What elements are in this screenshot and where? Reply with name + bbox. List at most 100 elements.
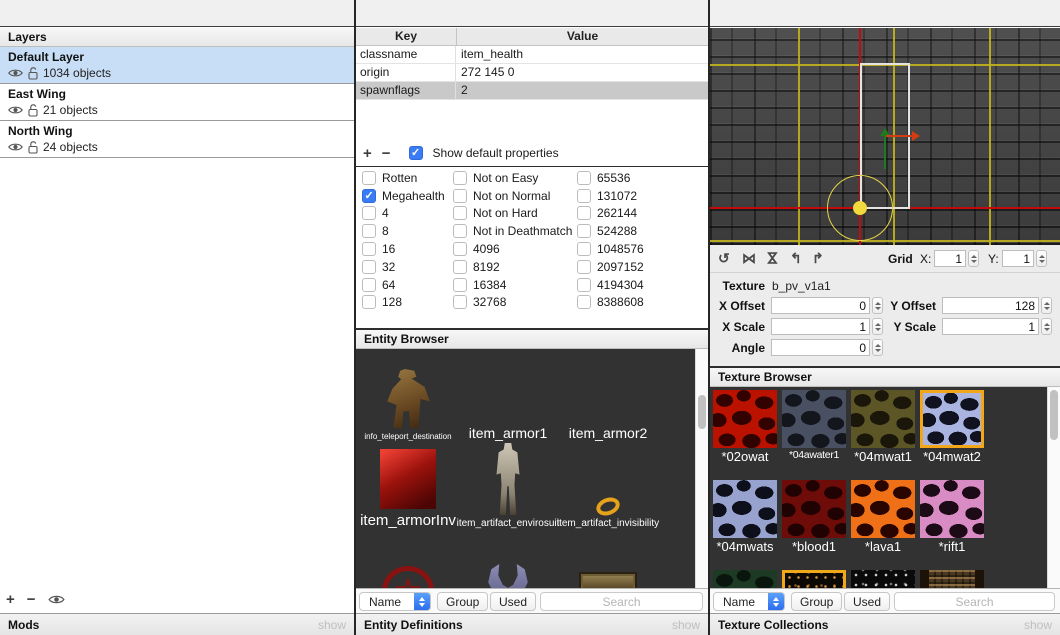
show-default-properties-checkbox[interactable] bbox=[409, 146, 423, 160]
texture-browser-item[interactable]: *04awater1 bbox=[782, 390, 846, 464]
texture-thumbnail[interactable] bbox=[851, 480, 915, 538]
rotation-center-handle[interactable] bbox=[853, 201, 867, 215]
spawnflag-checkbox[interactable] bbox=[577, 260, 591, 274]
spawnflag-checkbox[interactable] bbox=[362, 224, 376, 238]
spawnflag-item[interactable]: 2097152 bbox=[577, 258, 644, 276]
texture-thumbnail[interactable] bbox=[782, 570, 846, 588]
spawnflag-item[interactable]: 32768 bbox=[453, 294, 572, 312]
angle-input[interactable] bbox=[771, 339, 870, 356]
spawnflag-checkbox[interactable] bbox=[453, 189, 467, 203]
lock-icon[interactable] bbox=[28, 104, 38, 117]
uv-reset-button[interactable]: ↺ bbox=[718, 250, 730, 266]
toggle-visibility-eye-icon[interactable] bbox=[48, 594, 65, 605]
spawnflag-checkbox[interactable] bbox=[577, 295, 591, 309]
layer-row[interactable]: Default Layer 1034 objects bbox=[0, 47, 354, 84]
entity-browser-item[interactable]: item_artifact_invisibility bbox=[557, 498, 659, 529]
spawnflag-item[interactable]: 8388608 bbox=[577, 294, 644, 312]
scrollbar-thumb[interactable] bbox=[1050, 390, 1058, 440]
texture-group-button[interactable]: Group bbox=[791, 592, 842, 611]
entity-browser-item[interactable]: item_artifact_envirosuit bbox=[457, 443, 560, 529]
spawnflag-checkbox[interactable] bbox=[577, 189, 591, 203]
panel-divider[interactable] bbox=[708, 0, 710, 635]
grid-y-stepper[interactable] bbox=[1036, 250, 1047, 267]
spawnflag-checkbox[interactable] bbox=[577, 242, 591, 256]
spawnflag-checkbox[interactable] bbox=[362, 171, 376, 185]
spawnflag-checkbox[interactable] bbox=[453, 295, 467, 309]
entity-browser-item[interactable]: item_armor1 bbox=[469, 422, 548, 441]
spawnflag-item[interactable]: Not on Normal bbox=[453, 187, 572, 205]
spawnflag-checkbox[interactable] bbox=[362, 242, 376, 256]
spawnflag-checkbox[interactable] bbox=[362, 278, 376, 292]
mods-show-link[interactable]: show bbox=[318, 618, 346, 632]
grid-x-stepper[interactable] bbox=[968, 250, 979, 267]
entity-used-button[interactable]: Used bbox=[490, 592, 536, 611]
texture-browser-item[interactable]: *04mwat1 bbox=[851, 390, 915, 464]
texture-thumbnail[interactable] bbox=[713, 480, 777, 538]
spawnflag-checkbox[interactable] bbox=[577, 171, 591, 185]
spawnflag-checkbox[interactable] bbox=[362, 260, 376, 274]
texture-browser-scrollbar[interactable] bbox=[1047, 387, 1060, 588]
uv-editor-viewport[interactable] bbox=[710, 28, 1060, 245]
texture-browser-item[interactable]: *blood1 bbox=[782, 480, 846, 554]
texture-browser-item[interactable]: *04mwats bbox=[713, 480, 777, 554]
texture-browser-item[interactable]: *lava1 bbox=[851, 480, 915, 554]
remove-layer-button[interactable]: − bbox=[27, 592, 36, 607]
texture-used-button[interactable]: Used bbox=[844, 592, 890, 611]
spawnflag-checkbox[interactable] bbox=[362, 206, 376, 220]
texture-browser-item[interactable] bbox=[782, 570, 846, 588]
entity-definitions-show-link[interactable]: show bbox=[672, 618, 700, 632]
spawnflag-item[interactable]: 1048576 bbox=[577, 240, 644, 258]
lock-icon[interactable] bbox=[28, 141, 38, 154]
spawnflag-item[interactable]: 131072 bbox=[577, 187, 644, 205]
spawnflag-checkbox[interactable] bbox=[453, 206, 467, 220]
entity-browser-scrollbar[interactable] bbox=[695, 349, 708, 588]
spawnflag-checkbox[interactable] bbox=[453, 224, 467, 238]
spawnflag-item[interactable]: 128 bbox=[362, 294, 445, 312]
texture-collections-show-link[interactable]: show bbox=[1024, 618, 1052, 632]
entity-browser-item[interactable] bbox=[486, 564, 530, 588]
visibility-eye-icon[interactable] bbox=[8, 68, 23, 78]
spawnflag-checkbox[interactable] bbox=[453, 242, 467, 256]
layer-row[interactable]: North Wing 24 objects bbox=[0, 121, 354, 158]
grid-x-input[interactable] bbox=[934, 250, 966, 267]
entity-browser-item[interactable] bbox=[382, 566, 434, 588]
uv-flip-horizontal-button[interactable]: ⋈ bbox=[742, 250, 756, 266]
spawnflag-item[interactable]: 64 bbox=[362, 276, 445, 294]
remove-property-button[interactable]: − bbox=[382, 146, 391, 161]
spawnflag-checkbox[interactable] bbox=[453, 260, 467, 274]
entity-browser-item[interactable]: item_armorInv bbox=[360, 449, 456, 529]
property-row[interactable]: origin 272 145 0 bbox=[356, 64, 708, 82]
texture-browser-item[interactable]: *rift1 bbox=[920, 480, 984, 554]
spawnflag-checkbox[interactable] bbox=[362, 295, 376, 309]
texture-thumbnail[interactable] bbox=[782, 390, 846, 448]
spawnflag-item[interactable]: 8192 bbox=[453, 258, 572, 276]
spawnflag-item[interactable]: 16 bbox=[362, 240, 445, 258]
texture-thumbnail[interactable] bbox=[920, 480, 984, 538]
panel-divider[interactable] bbox=[354, 0, 356, 635]
scrollbar-thumb[interactable] bbox=[698, 395, 706, 429]
y-scale-stepper[interactable] bbox=[1041, 318, 1052, 335]
spawnflag-item[interactable]: 65536 bbox=[577, 169, 644, 187]
y-scale-input[interactable] bbox=[942, 318, 1039, 335]
spawnflag-checkbox[interactable] bbox=[577, 224, 591, 238]
texture-browser-item[interactable]: *04mwat2 bbox=[920, 390, 984, 464]
texture-thumbnail[interactable] bbox=[920, 390, 984, 448]
uv-flip-vertical-button[interactable]: ⋈ bbox=[765, 251, 781, 265]
texture-thumbnail[interactable] bbox=[920, 570, 984, 588]
x-offset-input[interactable] bbox=[771, 297, 870, 314]
entity-search-input[interactable] bbox=[540, 592, 703, 611]
entity-browser-item[interactable]: item_armor2 bbox=[569, 422, 648, 441]
spawnflag-checkbox[interactable] bbox=[453, 171, 467, 185]
visibility-eye-icon[interactable] bbox=[8, 142, 23, 152]
texture-sort-select[interactable]: Name bbox=[713, 592, 785, 611]
spawnflag-item[interactable]: 16384 bbox=[453, 276, 572, 294]
spawnflag-item[interactable]: Rotten bbox=[362, 169, 445, 187]
spawnflag-item[interactable]: Megahealth bbox=[362, 187, 445, 205]
spawnflag-checkbox[interactable] bbox=[577, 206, 591, 220]
spawnflag-checkbox[interactable] bbox=[577, 278, 591, 292]
spawnflag-item[interactable]: 8 bbox=[362, 222, 445, 240]
spawnflag-item[interactable]: 262144 bbox=[577, 205, 644, 223]
texture-browser-item[interactable]: *02owat bbox=[713, 390, 777, 464]
texture-thumbnail[interactable] bbox=[713, 570, 777, 588]
x-offset-stepper[interactable] bbox=[872, 297, 883, 314]
